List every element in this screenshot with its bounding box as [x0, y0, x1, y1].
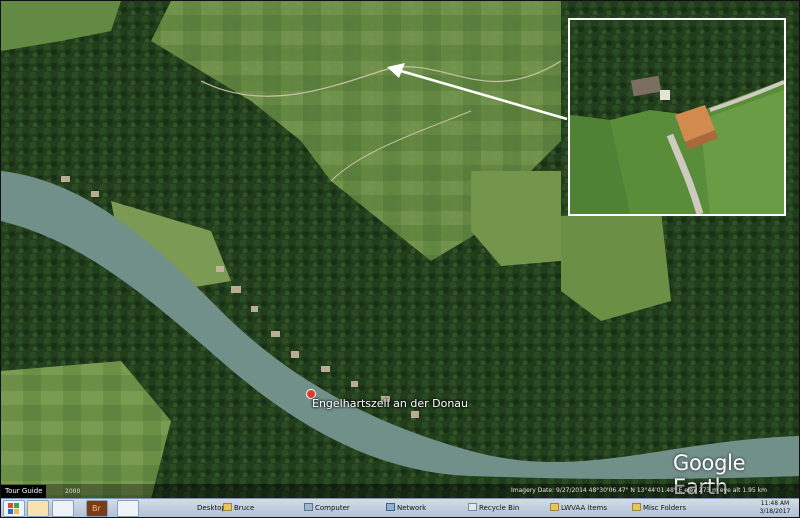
clock-time: 11:48 AM [760, 500, 790, 507]
folder-icon [632, 503, 641, 511]
place-label[interactable]: Engelhartszell an der Donau [312, 397, 468, 410]
imagery-status-text: Imagery Date: 9/27/2014 48°30'06.47" N 1… [511, 487, 767, 494]
bridge-app-icon[interactable]: Br [86, 500, 108, 517]
toolbar-item-network[interactable]: Network [386, 502, 426, 515]
windows-logo-icon [8, 503, 19, 514]
start-button[interactable] [3, 500, 25, 517]
computer-icon [304, 503, 313, 511]
network-icon [386, 503, 395, 511]
toolbar-item-lwvaa[interactable]: LWVAA items [550, 502, 607, 515]
inset-zoom [568, 18, 786, 216]
system-clock[interactable]: 11:48 AM 3/18/2017 [755, 500, 795, 516]
tour-guide-button[interactable]: Tour Guide [1, 485, 47, 498]
inset-image [570, 20, 784, 214]
folder-icon [550, 503, 559, 511]
chrome-app-icon[interactable] [27, 500, 49, 517]
historical-imagery-year[interactable]: 2000 [65, 486, 80, 497]
toolbar-item-computer[interactable]: Computer [304, 502, 350, 515]
toolbar-item-desktop[interactable]: Desktop [197, 502, 226, 515]
folder-icon [223, 503, 232, 511]
recycle-bin-icon [468, 503, 477, 511]
screen: Engelhartszell an der Donau Google Earth… [0, 0, 800, 518]
taskbar: Br Desktop Bruce Computer Network Recycl… [1, 498, 799, 517]
calculator-app-icon[interactable] [117, 500, 139, 517]
toolbar-item-recycle-bin[interactable]: Recycle Bin [468, 502, 519, 515]
toolbar-item-bruce[interactable]: Bruce [223, 502, 254, 515]
explorer-app-icon[interactable] [52, 500, 74, 517]
toolbar-item-misc-folders[interactable]: Misc Folders [632, 502, 686, 515]
clock-date: 3/18/2017 [759, 508, 791, 515]
